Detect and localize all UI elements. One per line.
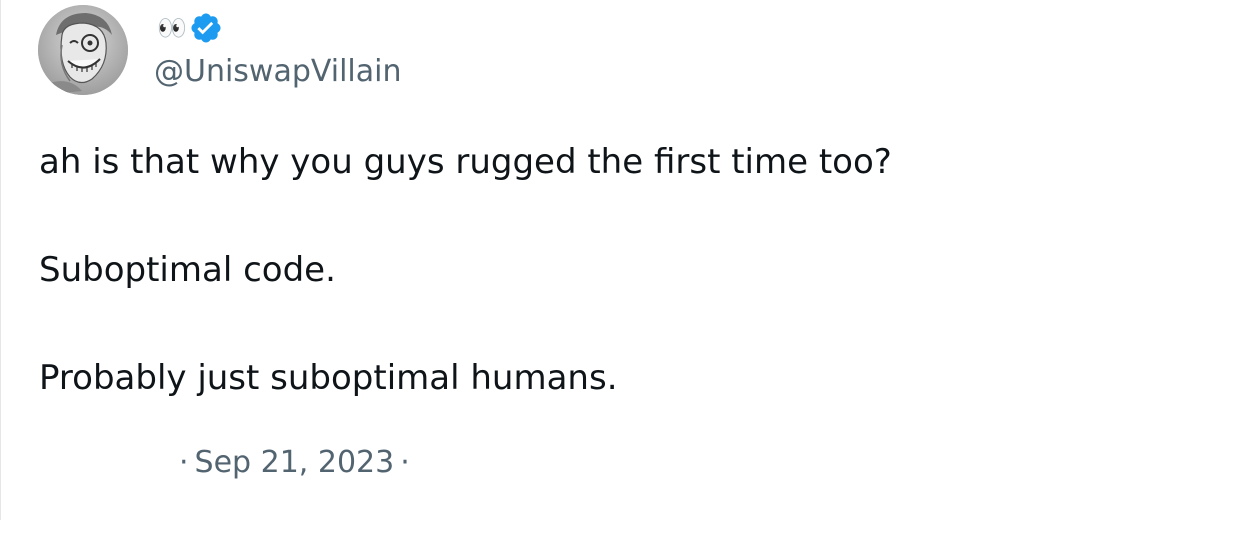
author-handle[interactable]: @UniswapVillain xyxy=(154,52,402,92)
tweet-paragraph: Probably just suboptimal humans. xyxy=(39,358,618,398)
meta-separator: · xyxy=(179,445,189,480)
tweet-meta: · Sep 21, 2023 · xyxy=(173,442,416,484)
tweet-paragraph: ah is that why you guys rugged the first… xyxy=(39,142,892,182)
author-display-name[interactable]: 👀 xyxy=(157,10,187,46)
avatar[interactable] xyxy=(38,5,128,95)
tweet-card: 👀 @UniswapVillain ah is that why you guy… xyxy=(0,0,1253,520)
meta-separator: · xyxy=(400,445,410,480)
joker-avatar-icon xyxy=(38,5,128,95)
tweet-text: ah is that why you guys rugged the first… xyxy=(39,135,1219,405)
tweet-date[interactable]: Sep 21, 2023 xyxy=(195,445,395,480)
tweet-paragraph: Suboptimal code. xyxy=(39,250,336,290)
author-name-row: 👀 xyxy=(157,10,223,46)
verified-badge-icon[interactable] xyxy=(189,11,223,45)
